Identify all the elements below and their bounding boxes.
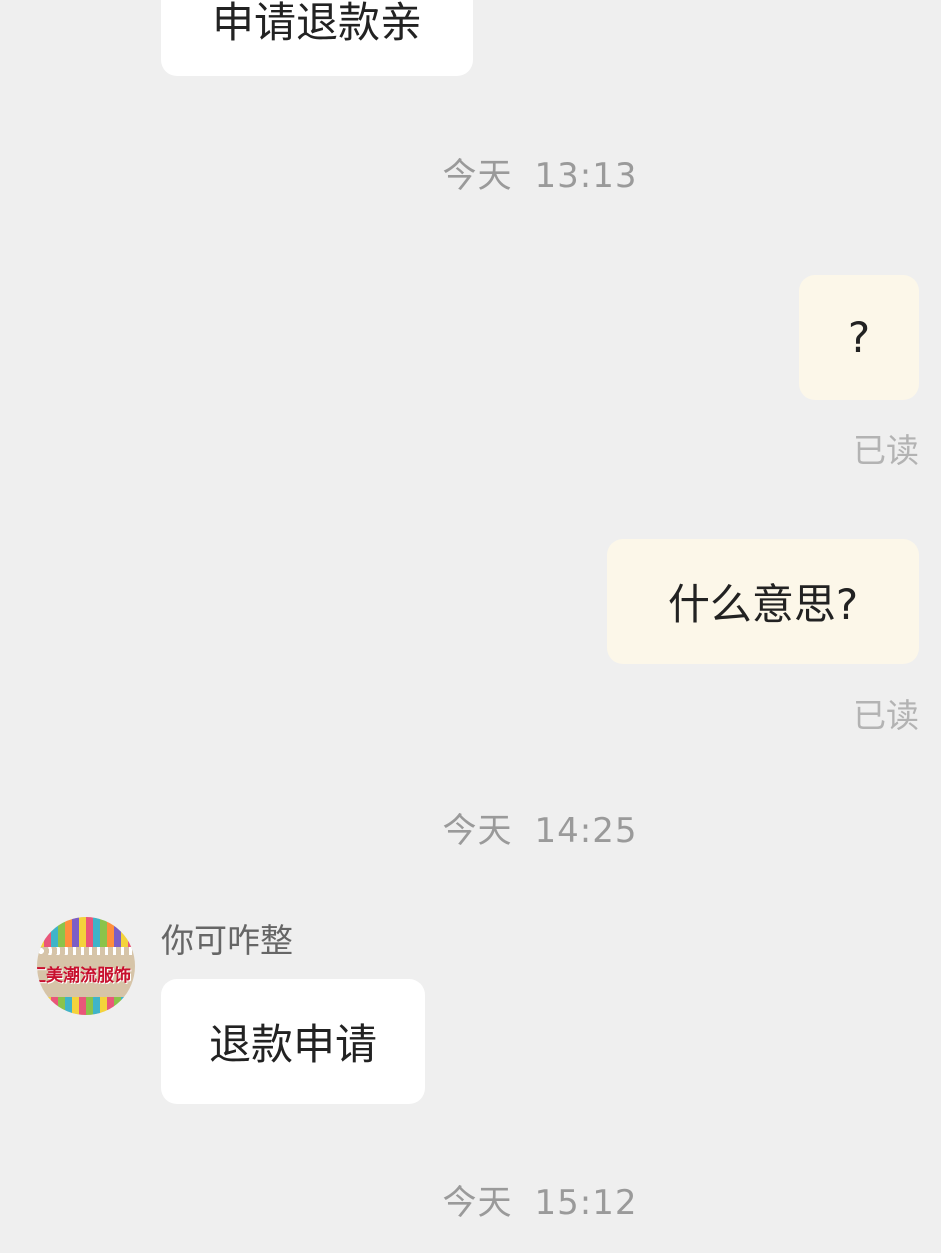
message-bubble-incoming[interactable]: 退款申请 [161,979,425,1104]
sender-avatar[interactable]: 汇美潮流服饰 [37,917,135,1015]
avatar-stripes-bottom [37,997,135,1015]
message-text: 什么意思? [667,580,859,629]
timestamp-day: 今天 [442,156,513,196]
timestamp-day: 今天 [442,1183,513,1223]
avatar-logo-text: 汇美潮流服饰 [37,966,131,986]
read-status: 已读 [853,431,919,470]
timestamp-time: 14:25 [534,811,638,851]
avatar-stripes [37,917,135,947]
chat-message-list[interactable]: 申请退款亲 今天 13:13 ? 已读 什么意思? 已读 今天 14:25 汇美潮流… [0,0,941,1253]
message-bubble-outgoing[interactable]: 什么意思? [607,539,919,664]
read-status: 已读 [853,696,919,735]
timestamp-day: 今天 [442,811,513,851]
message-timestamp: 今天 14:25 [0,803,941,852]
message-text: 退款申请 [208,1020,377,1069]
timestamp-time: 13:13 [534,156,638,196]
timestamp-time: 15:12 [534,1183,638,1223]
message-text: ? [847,313,871,362]
message-bubble-outgoing[interactable]: ? [799,275,919,400]
message-timestamp: 今天 13:13 [0,148,941,197]
message-bubble-incoming[interactable]: 申请退款亲 [161,0,473,76]
avatar-lace [37,947,135,955]
message-text: 申请退款亲 [211,0,422,47]
sender-name: 你可咋整 [161,921,293,960]
message-timestamp: 今天 15:12 [0,1175,941,1224]
